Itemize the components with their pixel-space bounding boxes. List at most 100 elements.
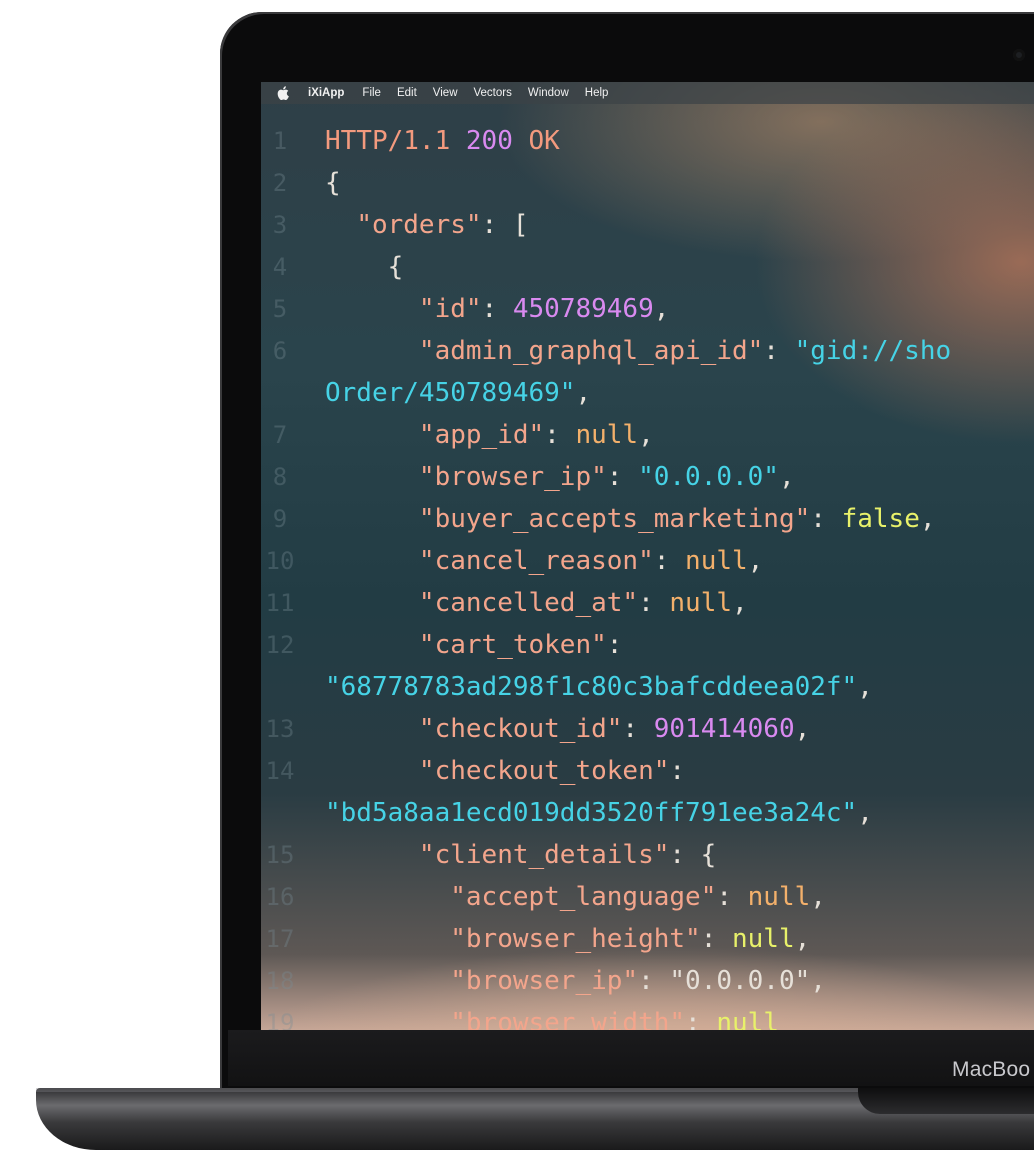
code-token: : [638,966,670,996]
code-token: : [544,420,576,450]
code-token: , [794,714,811,744]
code-token: null [669,588,733,618]
code-token: "gid://sho [794,336,952,366]
code-line: 10 "cancel_reason": null, [261,540,1034,582]
menu-app-name[interactable]: iXiApp [308,87,344,99]
code-token: : { [669,840,717,870]
code-line: 18 "browser_ip": "0.0.0.0", [261,960,1034,1002]
code-line: 3 "orders": [ [261,204,1034,246]
line-number: 16 [265,883,295,911]
code-text: "checkout_id": 901414060, [325,708,810,750]
code-line: 17 "browser_height": null, [261,918,1034,960]
code-line: 16 "accept_language": null, [261,876,1034,918]
menu-view[interactable]: View [433,87,458,99]
line-number: 19 [265,1009,295,1030]
code-line: 2{ [261,162,1034,204]
code-token: : [481,294,513,324]
code-text: "cancel_reason": null, [325,540,763,582]
code-token: 450789469 [512,294,654,324]
code-text: "admin_graphql_api_id": "gid://sho [325,330,951,372]
code-text: { [325,246,404,288]
code-token: "id" [418,294,482,324]
code-token: 200 [465,126,529,156]
code-text: "id": 450789469, [325,288,669,330]
code-text: "browser_height": null, [325,918,810,960]
code-token: "browser_ip" [418,462,607,492]
code-token: "browser_height" [450,924,701,954]
code-token: false [841,504,920,534]
code-text: "cancelled_at": null, [325,582,748,624]
menu-help[interactable]: Help [585,87,609,99]
code-token: null [747,882,811,912]
code-token: "checkout_id" [418,714,623,744]
menu-file[interactable]: File [362,87,381,99]
code-token: "cancelled_at" [418,588,639,618]
line-number: 12 [265,631,295,659]
code-token: "0.0.0.0" [638,462,779,492]
line-number: 11 [265,589,295,617]
line-number: 4 [272,253,288,281]
code-line: 14 "checkout_token": [261,750,1034,792]
line-number: 8 [272,463,288,491]
line-number: 10 [265,547,295,575]
code-editor[interactable]: 1 HTTP/1.1 200 OK 2{3 "orders": [4 {5 "id"… [261,120,1034,1030]
lid-open-notch [858,1088,1034,1114]
code-token: : [606,630,623,660]
code-token: null [685,546,748,576]
code-token: , [857,798,873,828]
line-number: 9 [272,505,288,533]
apple-logo-icon[interactable] [276,86,290,100]
code-token: HTTP/1.1 [325,126,466,156]
code-token: , [810,882,826,912]
code-token: : [638,588,670,618]
device-brand-label: MacBoo [952,1058,1031,1081]
code-text: "app_id": null, [325,414,654,456]
line-number: 3 [272,211,288,239]
code-token: , [857,672,873,702]
code-token: "buyer_accepts_marketing" [418,504,811,534]
code-line: 11 "cancelled_at": null, [261,582,1034,624]
code-line: 1 HTTP/1.1 200 OK [261,120,1034,162]
code-text: "browser_ip": "0.0.0.0", [325,960,826,1002]
menu-edit[interactable]: Edit [397,87,417,99]
line-number: 2 [272,169,288,197]
code-token: "accept_language" [450,882,717,912]
code-line: 6 "admin_graphql_api_id": "gid://sho [261,330,1034,372]
code-token: { [325,168,341,198]
code-token: : [ [481,210,529,240]
code-token: : [669,756,686,786]
code-text: "orders": [ [325,204,529,246]
code-token: 901414060 [653,714,795,744]
screen-bezel-chin [228,1030,1034,1086]
code-line: 9 "buyer_accepts_marketing": false, [261,498,1034,540]
code-line: 7 "app_id": null, [261,414,1034,456]
code-token: , [778,462,795,492]
code-line: 5 "id": 450789469, [261,288,1034,330]
code-token: "checkout_token" [418,756,670,786]
code-token: null [732,924,795,954]
code-token: "admin_graphql_api_id" [418,336,764,366]
code-text: "cart_token": [325,624,623,666]
menu-window[interactable]: Window [528,87,569,99]
code-token: null [575,420,639,450]
code-token: "bd5a8aa1ecd019dd3520ff791ee3a24c" [325,798,858,828]
code-token: , [653,294,670,324]
laptop-screen: iXiApp File Edit View Vectors Window Hel… [261,82,1034,1030]
code-line: "68778783ad298f1c80c3bafcddeea02f", [261,666,1034,708]
code-token: : [622,714,654,744]
code-token: , [810,966,826,996]
code-token: "browser_ip" [450,966,639,996]
menu-vectors[interactable]: Vectors [474,87,512,99]
line-number: 7 [272,421,288,449]
code-line: Order/450789469", [261,372,1034,414]
